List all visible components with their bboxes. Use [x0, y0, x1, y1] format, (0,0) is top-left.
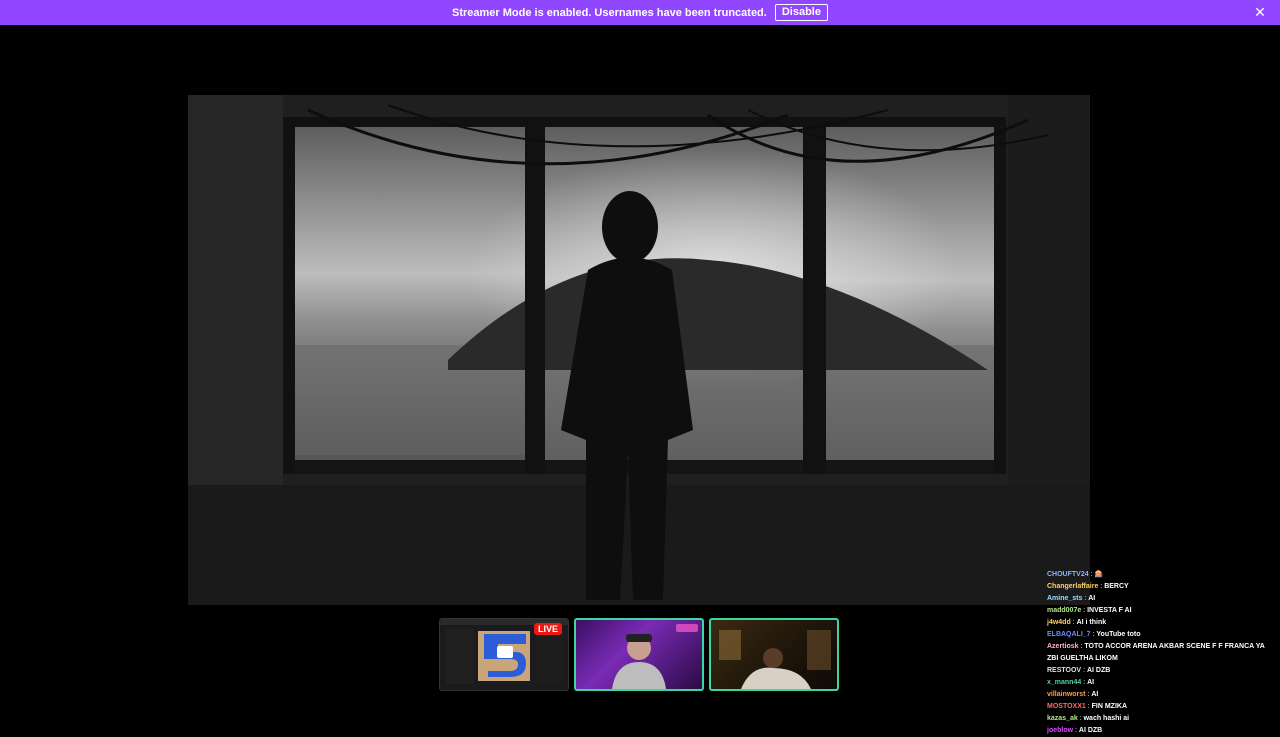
close-icon[interactable]: ✕: [1252, 4, 1268, 20]
chat-message: RESTOOV : AI DZB: [1047, 665, 1272, 677]
chat-username[interactable]: joeblow: [1047, 727, 1073, 734]
thumbnail-3[interactable]: [709, 618, 839, 691]
chat-overlay: CHOUFTV24 : 🎰 Changerlaffaire : BERCY Amin…: [1047, 569, 1272, 737]
chat-text: AI: [1088, 595, 1096, 602]
chat-message: x_mann44 : AI: [1047, 677, 1272, 689]
live-badge: LIVE: [533, 623, 562, 635]
chat-username[interactable]: j4w4dd: [1047, 619, 1071, 626]
chat-message: Azertiosk : TOTO ACCOR ARENA AKBAR SCENE…: [1047, 641, 1272, 665]
chat-username[interactable]: kazas_ak: [1047, 715, 1078, 722]
chat-username[interactable]: villainworst: [1047, 691, 1086, 698]
thumbnail-1[interactable]: LIVE: [439, 618, 569, 691]
thumbnail-2[interactable]: [574, 618, 704, 691]
chat-username[interactable]: Amine_sts: [1047, 595, 1082, 602]
chat-text: AI DZB: [1086, 667, 1111, 674]
chat-text: FIN MZIKA: [1091, 703, 1128, 710]
chat-username[interactable]: CHOUFTV24: [1047, 571, 1089, 578]
stream-thumbnails: LIVE: [439, 618, 839, 691]
chat-username[interactable]: madd007e: [1047, 607, 1081, 614]
chat-username[interactable]: RESTOOV: [1047, 667, 1081, 674]
stream-video-frame: [188, 95, 1090, 605]
chat-text: INVESTA F AI: [1087, 607, 1132, 614]
chat-username[interactable]: Azertiosk: [1047, 643, 1079, 650]
chat-message: joeblow : AI DZB: [1047, 725, 1272, 737]
chat-text: wach hashi ai: [1083, 715, 1130, 722]
chat-message: MOSTOXX1 : FIN MZIKA: [1047, 701, 1272, 713]
chat-text: AI DZB: [1078, 727, 1103, 734]
chat-message: Changerlaffaire : BERCY: [1047, 581, 1272, 593]
chat-message: ELBAQALI_7 : YouTube toto: [1047, 629, 1272, 641]
chat-text: AI i think: [1076, 619, 1107, 626]
chat-username[interactable]: MOSTOXX1: [1047, 703, 1086, 710]
chat-message: CHOUFTV24 : 🎰: [1047, 569, 1272, 581]
chat-text: YouTube toto: [1096, 631, 1141, 638]
chat-username[interactable]: ELBAQALI_7: [1047, 631, 1091, 638]
chat-text: AI: [1087, 679, 1095, 686]
chat-text: AI: [1091, 691, 1099, 698]
chat-message: kazas_ak : wach hashi ai: [1047, 713, 1272, 725]
streamer-mode-banner: Streamer Mode is enabled. Usernames have…: [0, 0, 1280, 25]
chat-username[interactable]: x_mann44: [1047, 679, 1081, 686]
video-player[interactable]: LIVE CHOUFTV24 : 🎰 Changerlaffaire : BERC…: [0, 25, 1280, 734]
banner-message: Streamer Mode is enabled. Usernames have…: [452, 6, 767, 19]
chat-message: Amine_sts : AI: [1047, 593, 1272, 605]
chat-message: villainworst : AI: [1047, 689, 1272, 701]
chat-text: BERCY: [1104, 583, 1129, 590]
chat-message: madd007e : INVESTA F AI: [1047, 605, 1272, 617]
chat-text: 🎰: [1094, 571, 1104, 578]
chat-username[interactable]: Changerlaffaire: [1047, 583, 1098, 590]
chat-message: j4w4dd : AI i think: [1047, 617, 1272, 629]
disable-button[interactable]: Disable: [774, 4, 828, 21]
